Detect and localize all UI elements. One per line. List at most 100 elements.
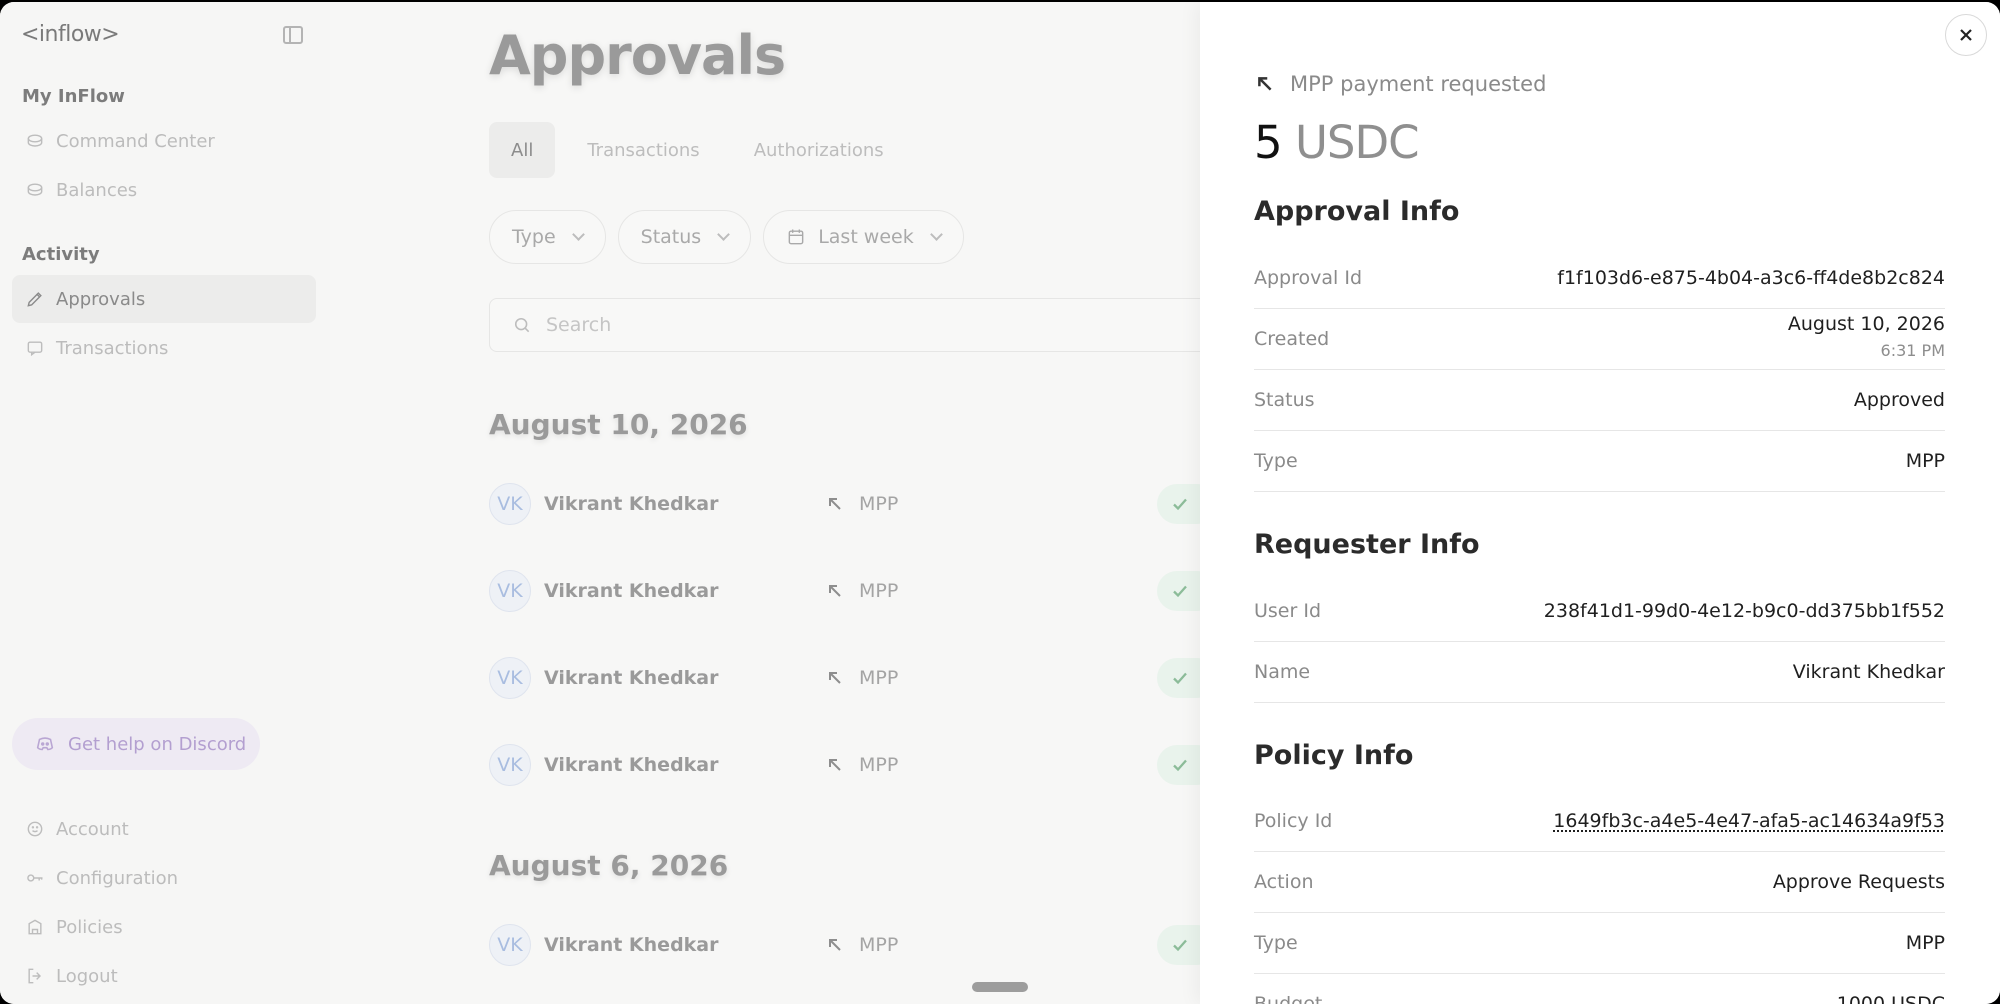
created-time: 6:31 PM bbox=[1880, 341, 1945, 360]
sidebar-item-command-center[interactable]: Command Center bbox=[12, 117, 316, 165]
arrow-up-left-icon bbox=[827, 583, 843, 599]
check-icon bbox=[1173, 498, 1187, 511]
detail-value: 1000 USDC bbox=[1836, 993, 1945, 1004]
search-box bbox=[489, 298, 1249, 352]
arrow-up-left-icon bbox=[827, 937, 843, 953]
calendar-icon bbox=[786, 227, 806, 247]
sidebar-item-account[interactable]: Account bbox=[12, 805, 316, 853]
scroll-handle[interactable] bbox=[972, 982, 1028, 992]
sidebar-item-label: Transactions bbox=[56, 337, 169, 359]
app-logo[interactable]: <inflow> bbox=[21, 22, 120, 47]
check-icon bbox=[1173, 939, 1187, 952]
sidebar-item-label: Policies bbox=[56, 916, 123, 938]
table-row[interactable]: VK Vikrant Khedkar MPP bbox=[489, 743, 1217, 787]
approval-detail-drawer: MPP payment requested 5 USDC Approval In… bbox=[1200, 2, 2000, 1004]
sidebar-item-logout[interactable]: Logout bbox=[12, 952, 316, 1000]
main-content: Approvals All Transactions Authorization… bbox=[330, 2, 1249, 1004]
policy-id-link[interactable]: 1649fb3c-a4e5-4e47-afa5-ac14634a9f53 bbox=[1553, 810, 1945, 832]
detail-key: Status bbox=[1254, 389, 1315, 411]
detail-value-datetime: August 10, 2026 6:31 PM bbox=[1788, 313, 1945, 360]
status-filter-button[interactable]: Status bbox=[617, 210, 752, 264]
detail-row-name: Name Vikrant Khedkar bbox=[1254, 642, 1945, 703]
detail-key: Action bbox=[1254, 871, 1314, 893]
detail-row-status: Status Approved bbox=[1254, 370, 1945, 431]
type-filter-button[interactable]: Type bbox=[489, 210, 606, 264]
detail-row-user-id: User Id 238f41d1-99d0-4e12-b9c0-dd375bb1… bbox=[1254, 581, 1945, 642]
discord-help-button[interactable]: Get help on Discord bbox=[12, 718, 260, 770]
sidebar: <inflow> My InFlow Command Center Balanc… bbox=[0, 2, 330, 1004]
approval-type: MPP bbox=[859, 934, 899, 956]
logout-icon bbox=[24, 965, 46, 987]
table-row[interactable]: VK Vikrant Khedkar MPP bbox=[489, 482, 1217, 526]
date-group-header: August 6, 2026 bbox=[489, 849, 729, 882]
close-button[interactable] bbox=[1945, 14, 1987, 56]
sidebar-item-policies[interactable]: Policies bbox=[12, 903, 316, 951]
detail-value: f1f103d6-e875-4b04-a3c6-ff4de8b2c824 bbox=[1557, 267, 1945, 289]
arrow-up-left-icon bbox=[1258, 77, 1272, 91]
approval-type: MPP bbox=[859, 754, 899, 776]
section-requester-info: Requester Info bbox=[1254, 529, 1480, 560]
avatar: VK bbox=[489, 570, 531, 612]
detail-key: Created bbox=[1254, 328, 1330, 350]
filter-label: Last week bbox=[818, 226, 914, 248]
avatar: VK bbox=[489, 657, 531, 699]
detail-key: Type bbox=[1254, 932, 1298, 954]
page-title: Approvals bbox=[489, 24, 786, 87]
detail-key: Policy Id bbox=[1254, 810, 1333, 832]
filter-label: Type bbox=[512, 226, 556, 248]
sidebar-item-label: Approvals bbox=[56, 288, 146, 310]
detail-value: 238f41d1-99d0-4e12-b9c0-dd375bb1f552 bbox=[1543, 600, 1945, 622]
close-icon bbox=[1960, 29, 1972, 41]
requester-name: Vikrant Khedkar bbox=[544, 754, 719, 776]
check-icon bbox=[1173, 585, 1187, 598]
detail-row-type: Type MPP bbox=[1254, 431, 1945, 492]
detail-value: Approved bbox=[1853, 389, 1945, 411]
detail-row-created: Created August 10, 2026 6:31 PM bbox=[1254, 309, 1945, 370]
detail-value: MPP bbox=[1905, 450, 1945, 472]
sidebar-item-configuration[interactable]: Configuration bbox=[12, 854, 316, 902]
coins-icon bbox=[24, 179, 46, 201]
amount-currency: USDC bbox=[1294, 116, 1420, 169]
sidebar-item-balances[interactable]: Balances bbox=[12, 166, 316, 214]
check-icon bbox=[1173, 672, 1187, 685]
search-input[interactable] bbox=[546, 314, 946, 336]
message-square-icon bbox=[24, 337, 46, 359]
table-row[interactable]: VK Vikrant Khedkar MPP bbox=[489, 923, 1217, 967]
sidebar-item-transactions[interactable]: Transactions bbox=[12, 324, 316, 372]
table-row[interactable]: VK Vikrant Khedkar MPP bbox=[489, 656, 1217, 700]
sidebar-toggle-icon[interactable] bbox=[283, 26, 303, 44]
approval-type: MPP bbox=[859, 493, 899, 515]
avatar: VK bbox=[489, 924, 531, 966]
smile-icon bbox=[24, 818, 46, 840]
tab-transactions[interactable]: Transactions bbox=[565, 122, 721, 178]
tab-authorizations[interactable]: Authorizations bbox=[732, 122, 906, 178]
filter-label: Status bbox=[640, 226, 702, 248]
discord-icon bbox=[36, 737, 54, 751]
avatar: VK bbox=[489, 483, 531, 525]
detail-value: MPP bbox=[1905, 932, 1945, 954]
chevron-down-icon bbox=[571, 228, 585, 241]
tab-all[interactable]: All bbox=[489, 122, 556, 178]
detail-key: Budget bbox=[1254, 993, 1323, 1004]
detail-row-action: Action Approve Requests bbox=[1254, 852, 1945, 913]
table-row[interactable]: VK Vikrant Khedkar MPP bbox=[489, 569, 1217, 613]
detail-key: Approval Id bbox=[1254, 267, 1363, 289]
detail-row-policy-id: Policy Id 1649fb3c-a4e5-4e47-afa5-ac1463… bbox=[1254, 791, 1945, 852]
date-group-header: August 10, 2026 bbox=[489, 408, 748, 441]
date-filter-button[interactable]: Last week bbox=[763, 210, 964, 264]
detail-key: Name bbox=[1254, 661, 1311, 683]
sidebar-item-label: Configuration bbox=[56, 867, 179, 889]
avatar: VK bbox=[489, 744, 531, 786]
detail-key: Type bbox=[1254, 450, 1298, 472]
discord-help-label: Get help on Discord bbox=[68, 733, 247, 755]
app-window: <inflow> My InFlow Command Center Balanc… bbox=[0, 2, 2000, 1004]
requester-name: Vikrant Khedkar bbox=[544, 667, 719, 689]
sidebar-item-approvals[interactable]: Approvals bbox=[12, 275, 316, 323]
section-my-inflow: My InFlow bbox=[22, 86, 125, 107]
drawer-heading-text: MPP payment requested bbox=[1290, 72, 1547, 96]
section-activity: Activity bbox=[22, 244, 100, 265]
coins-icon bbox=[24, 130, 46, 152]
detail-value: Approve Requests bbox=[1772, 871, 1945, 893]
drawer-heading: MPP payment requested bbox=[1256, 72, 1546, 96]
requester-name: Vikrant Khedkar bbox=[544, 493, 719, 515]
